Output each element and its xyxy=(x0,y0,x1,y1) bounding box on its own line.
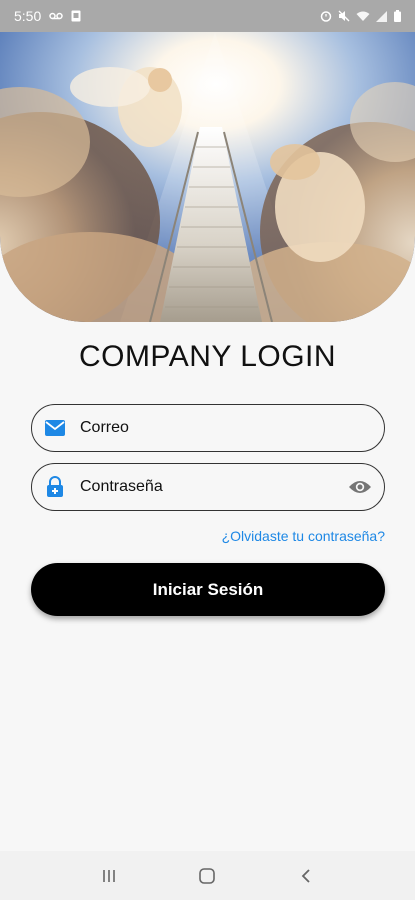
password-field[interactable]: Contraseña xyxy=(31,463,385,511)
lock-icon xyxy=(44,476,66,498)
login-button-label: Iniciar Sesión xyxy=(152,579,264,599)
status-time: 5:50 xyxy=(14,8,42,24)
sim-card-icon xyxy=(71,10,81,22)
voicemail-icon xyxy=(49,11,63,21)
navigation-bar xyxy=(0,851,415,900)
email-field[interactable]: Correo xyxy=(31,404,385,452)
status-right xyxy=(320,10,401,22)
battery-icon xyxy=(394,10,401,22)
signal-icon xyxy=(376,10,388,22)
back-icon[interactable] xyxy=(286,856,326,896)
wifi-icon xyxy=(356,11,370,22)
recent-apps-icon[interactable] xyxy=(89,856,129,896)
eye-icon[interactable] xyxy=(348,475,372,499)
status-left: 5:50 xyxy=(14,8,81,24)
mute-icon xyxy=(338,10,350,22)
page-title: COMPANY LOGIN xyxy=(78,340,337,373)
mail-icon xyxy=(44,417,66,439)
password-placeholder[interactable]: Contraseña xyxy=(80,478,348,496)
status-bar: 5:50 xyxy=(0,0,415,32)
hero-image xyxy=(0,32,415,322)
login-button[interactable]: Iniciar Sesión xyxy=(31,563,385,616)
alarm-icon xyxy=(320,10,332,22)
email-placeholder[interactable]: Correo xyxy=(80,419,372,437)
home-icon[interactable] xyxy=(187,856,227,896)
forgot-password-link[interactable]: ¿Olvidaste tu contraseña? xyxy=(222,528,385,544)
